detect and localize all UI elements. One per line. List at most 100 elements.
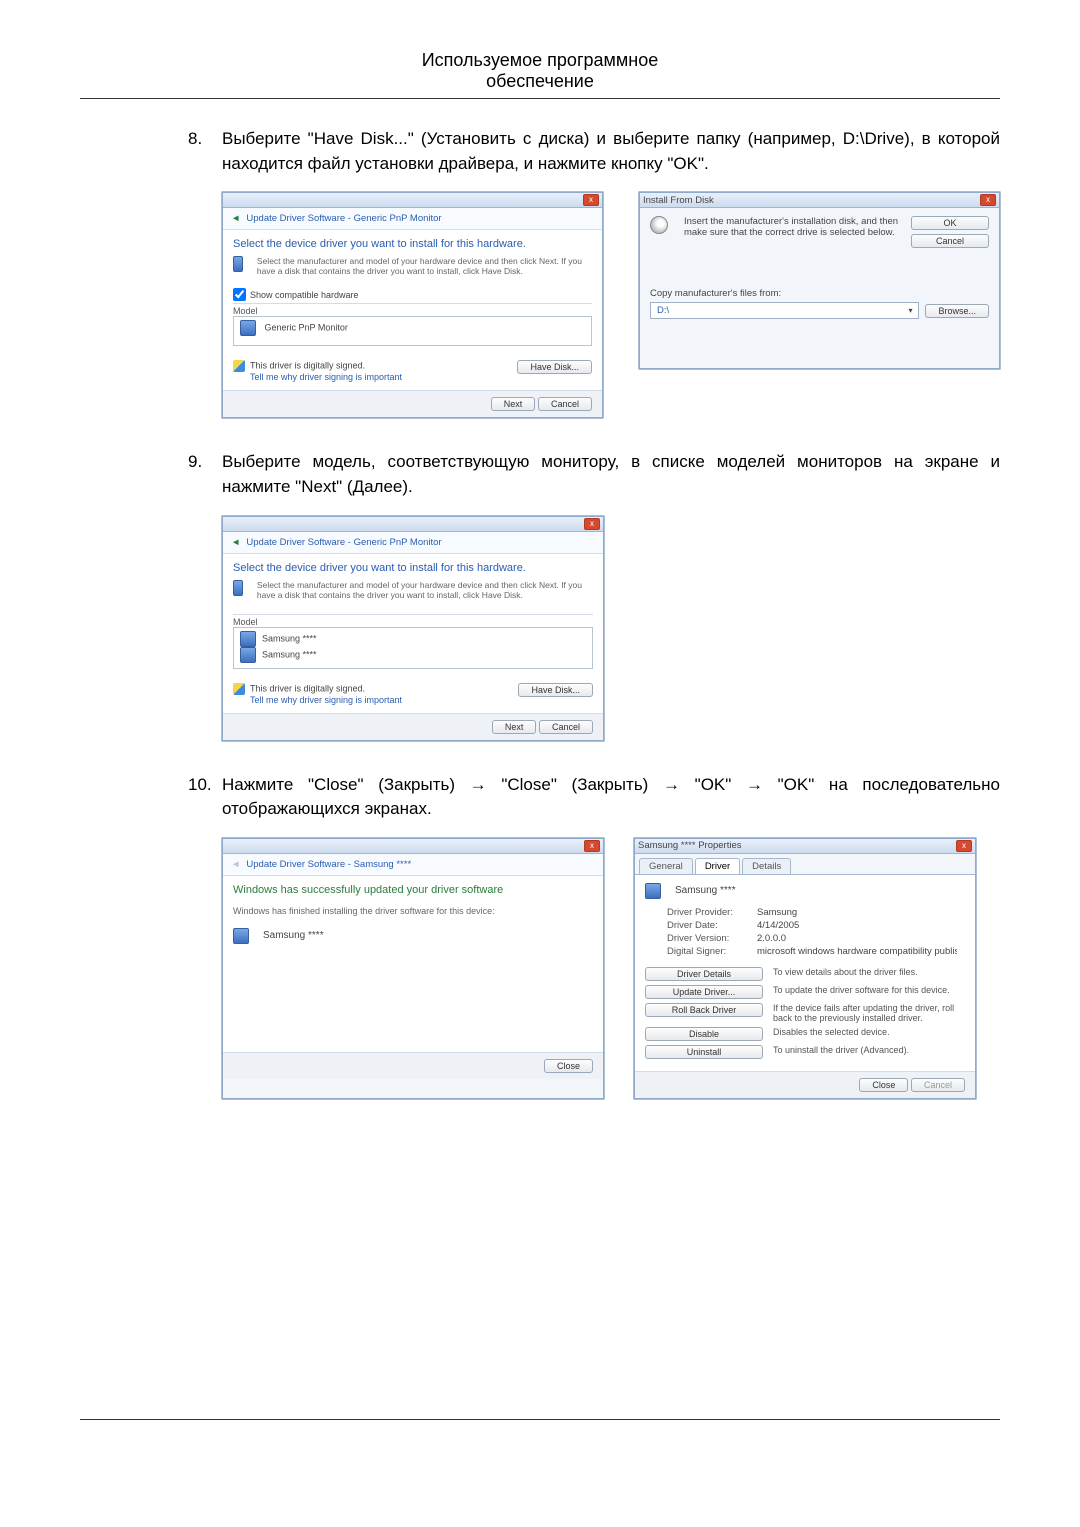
- shield-icon: [233, 360, 245, 372]
- footer-rule: [80, 1419, 1000, 1420]
- signed-text: This driver is digitally signed.: [250, 683, 365, 693]
- cancel-button[interactable]: Cancel: [539, 720, 593, 734]
- signing-link[interactable]: Tell me why driver signing is important: [250, 695, 402, 705]
- dialog-install-from-disk: Install From Disk x Insert the manufactu…: [639, 192, 1000, 369]
- checkbox[interactable]: [233, 288, 246, 301]
- chevron-down-icon[interactable]: ▾: [908, 306, 912, 315]
- step-number: 9.: [188, 450, 222, 499]
- close-button[interactable]: Close: [544, 1059, 593, 1073]
- ok-button[interactable]: OK: [911, 216, 989, 230]
- page-header: Используемое программное обеспечение: [80, 40, 1000, 99]
- show-compatible-checkbox[interactable]: Show compatible hardware: [233, 288, 592, 301]
- close-icon[interactable]: x: [583, 194, 599, 206]
- breadcrumb: ◄ Update Driver Software - Generic PnP M…: [223, 532, 603, 554]
- cancel-button: Cancel: [911, 1078, 965, 1092]
- monitor-icon: [240, 631, 256, 647]
- breadcrumb-title: Update Driver Software - Generic PnP Mon…: [246, 537, 441, 548]
- prop-key: Digital Signer:: [667, 946, 757, 957]
- property-button-row: Roll Back DriverIf the device fails afte…: [645, 1003, 965, 1023]
- property-action-desc: To view details about the driver files.: [773, 967, 965, 977]
- have-disk-button[interactable]: Have Disk...: [518, 683, 593, 697]
- titlebar: Samsung **** Properties x: [635, 839, 975, 854]
- property-action-button[interactable]: Disable: [645, 1027, 763, 1041]
- header-line-2: обеспечение: [80, 71, 1000, 92]
- property-action-button[interactable]: Roll Back Driver: [645, 1003, 763, 1017]
- step-number: 10.: [188, 773, 222, 822]
- model-item: Samsung ****: [262, 649, 317, 659]
- prop-val: Samsung: [757, 907, 797, 918]
- step-number: 8.: [188, 127, 222, 176]
- window-title: Samsung **** Properties: [638, 840, 742, 851]
- success-sub: Windows has finished installing the driv…: [233, 906, 593, 916]
- dialog-heading: Select the device driver you want to ins…: [233, 562, 593, 574]
- tab-general[interactable]: General: [639, 858, 693, 874]
- close-icon[interactable]: x: [584, 840, 600, 852]
- signing-link[interactable]: Tell me why driver signing is important: [250, 372, 402, 382]
- dialog-hint: Select the manufacturer and model of you…: [257, 256, 592, 276]
- property-buttons: Driver Details To view details about the …: [645, 967, 965, 1059]
- close-button[interactable]: Close: [859, 1078, 908, 1092]
- dialog-hint: Select the manufacturer and model of you…: [257, 580, 593, 600]
- close-icon[interactable]: x: [956, 840, 972, 852]
- model-list[interactable]: Samsung **** Samsung ****: [233, 627, 593, 669]
- signed-text: This driver is digitally signed.: [250, 361, 365, 371]
- device-name: Samsung ****: [263, 930, 324, 941]
- back-icon[interactable]: ◄: [231, 213, 240, 224]
- property-button-row: Uninstall To uninstall the driver (Advanc…: [645, 1045, 965, 1059]
- document-page: Используемое программное обеспечение 8. …: [0, 0, 1080, 1488]
- monitor-icon: [233, 580, 243, 596]
- monitor-icon: [645, 883, 661, 899]
- property-action-desc: To update the driver software for this d…: [773, 985, 965, 995]
- dialog-select-driver-1: x ◄ Update Driver Software - Generic PnP…: [222, 192, 603, 418]
- step-8: 8. Выберите "Have Disk..." (Установить с…: [188, 127, 1000, 176]
- next-button[interactable]: Next: [491, 397, 536, 411]
- prop-val: microsoft windows hardware compatibility…: [757, 946, 957, 957]
- browse-button[interactable]: Browse...: [925, 304, 989, 318]
- model-label: Model: [233, 303, 592, 316]
- checkbox-label: Show compatible hardware: [250, 290, 359, 300]
- window-title: [226, 195, 229, 206]
- disc-icon: [650, 216, 668, 234]
- prop-key: Driver Date:: [667, 920, 757, 931]
- next-button[interactable]: Next: [492, 720, 537, 734]
- success-heading: Windows has successfully updated your dr…: [233, 884, 593, 896]
- titlebar: Install From Disk x: [640, 193, 999, 208]
- path-combobox[interactable]: D:\ ▾: [650, 302, 920, 319]
- prop-key: Driver Version:: [667, 933, 757, 944]
- tab-driver[interactable]: Driver: [695, 858, 740, 874]
- titlebar: x: [223, 517, 603, 532]
- close-icon[interactable]: x: [584, 518, 600, 530]
- have-disk-button[interactable]: Have Disk...: [517, 360, 592, 374]
- close-icon[interactable]: x: [980, 194, 996, 206]
- prop-val: 4/14/2005: [757, 920, 799, 931]
- dialog-select-driver-2: x ◄ Update Driver Software - Generic PnP…: [222, 516, 604, 741]
- screenshots-step-8: x ◄ Update Driver Software - Generic PnP…: [222, 192, 1000, 418]
- back-icon[interactable]: ◄: [231, 537, 240, 548]
- monitor-icon: [240, 647, 256, 663]
- step-text: Выберите модель, соответствующую монитор…: [222, 450, 1000, 499]
- property-rows: Driver Provider:Samsung Driver Date:4/14…: [645, 907, 965, 957]
- tab-row: General Driver Details: [635, 854, 975, 874]
- screenshots-step-9: x ◄ Update Driver Software - Generic PnP…: [222, 516, 1000, 741]
- window-title: [226, 518, 229, 529]
- breadcrumb: ◄ Update Driver Software - Samsung ****: [223, 854, 603, 876]
- property-action-desc: To uninstall the driver (Advanced).: [773, 1045, 965, 1055]
- model-list[interactable]: Generic PnP Monitor: [233, 316, 592, 346]
- dialog-heading: Select the device driver you want to ins…: [233, 238, 592, 250]
- titlebar: x: [223, 193, 602, 208]
- property-button-row: Update Driver... To update the driver sof…: [645, 985, 965, 999]
- path-value: D:\: [657, 305, 669, 316]
- window-title: Install From Disk: [643, 195, 714, 206]
- property-action-button[interactable]: Update Driver...: [645, 985, 763, 999]
- cancel-button[interactable]: Cancel: [538, 397, 592, 411]
- monitor-icon: [233, 256, 243, 272]
- device-name: Samsung ****: [675, 885, 736, 896]
- tab-details[interactable]: Details: [742, 858, 791, 874]
- copy-label: Copy manufacturer's files from:: [650, 288, 989, 299]
- dialog-update-success: x ◄ Update Driver Software - Samsung ***…: [222, 838, 604, 1099]
- property-action-button[interactable]: Uninstall: [645, 1045, 763, 1059]
- model-item: Generic PnP Monitor: [265, 323, 348, 333]
- window-title: [226, 840, 229, 851]
- cancel-button[interactable]: Cancel: [911, 234, 989, 248]
- property-action-button[interactable]: Driver Details: [645, 967, 763, 981]
